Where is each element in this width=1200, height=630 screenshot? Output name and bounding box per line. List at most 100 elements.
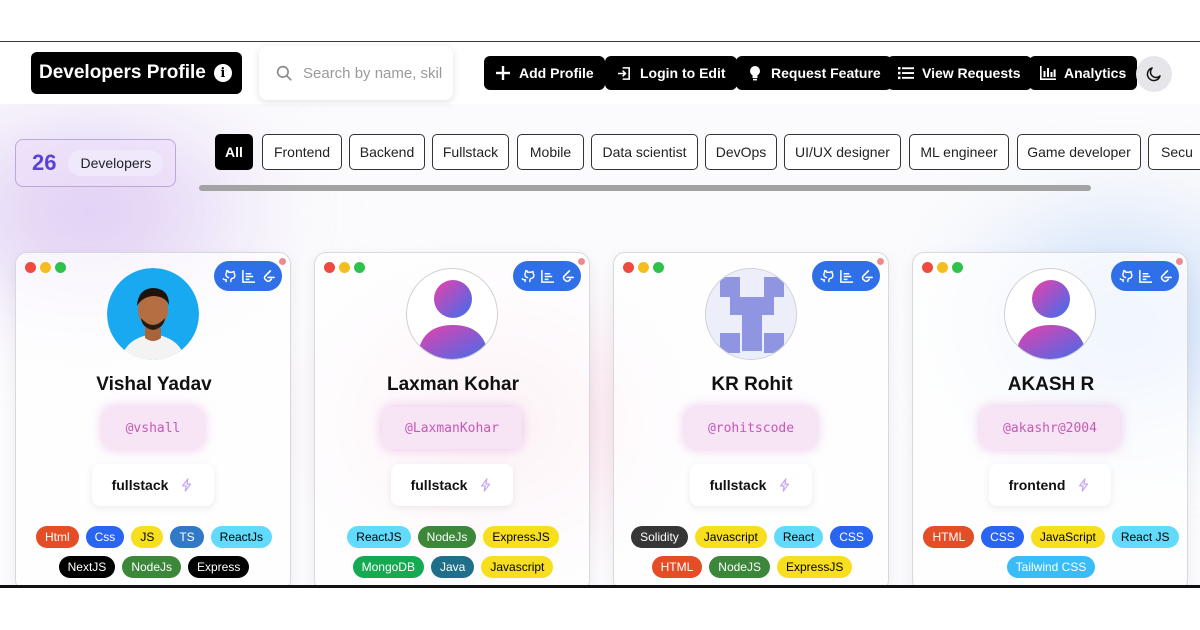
- add-profile-button[interactable]: Add Profile: [484, 56, 605, 90]
- developer-role: fullstack: [690, 464, 812, 506]
- filter-chip-label: Game developer: [1027, 144, 1131, 160]
- lightning-icon: [780, 478, 790, 492]
- skill-tag: CSS: [981, 526, 1024, 548]
- stats-icon[interactable]: [540, 269, 555, 284]
- search-input[interactable]: [303, 64, 443, 82]
- stats-icon[interactable]: [1138, 269, 1153, 284]
- theme-toggle-button[interactable]: [1136, 56, 1172, 92]
- filter-chip-game-developer[interactable]: Game developer: [1017, 134, 1141, 170]
- status-dot: [877, 258, 884, 265]
- developer-name: Laxman Kohar: [387, 374, 519, 395]
- skill-tag: Postgres: [121, 586, 186, 588]
- skill-tag: HTML: [923, 526, 975, 548]
- developer-handle[interactable]: @akashr@2004: [980, 407, 1120, 449]
- role-label: frontend: [1008, 477, 1066, 493]
- filter-chip-label: DevOps: [715, 144, 767, 160]
- filter-chip-label: Frontend: [273, 144, 331, 160]
- developer-handle[interactable]: @vshall: [102, 407, 204, 449]
- filter-chip-mobile[interactable]: Mobile: [517, 134, 584, 170]
- skill-tag: CSS: [830, 526, 873, 548]
- filter-chip-data-scientist[interactable]: Data scientist: [591, 134, 698, 170]
- list-icon: [898, 65, 914, 81]
- leetcode-icon[interactable]: [859, 269, 874, 284]
- filter-chip-label: Backend: [359, 144, 415, 160]
- filter-scrollbar[interactable]: [199, 185, 1091, 191]
- developer-card[interactable]: AKASH R @akashr@2004 frontend HTML CSS Jav…: [912, 252, 1188, 585]
- skill-tag: Java: [430, 556, 475, 578]
- window-dots: [922, 262, 963, 273]
- skill-tag: HTML: [651, 556, 703, 578]
- filter-chip-label: Data scientist: [602, 144, 687, 160]
- skill-tag: ReactJS: [347, 526, 411, 548]
- filter-chip-backend[interactable]: Backend: [349, 134, 425, 170]
- filter-chip-devops[interactable]: DevOps: [705, 134, 777, 170]
- view-requests-button[interactable]: View Requests: [887, 56, 1032, 90]
- info-icon[interactable]: i: [213, 64, 232, 82]
- avatar-default: [406, 268, 498, 360]
- github-icon[interactable]: [520, 269, 535, 284]
- card-actions: [214, 261, 282, 291]
- skill-tag: MongoDB: [352, 556, 424, 578]
- skill-list: Solidity Javascript React CSS HTML NodeJS Expr…: [624, 526, 880, 578]
- filter-chip-ui-ux-designer[interactable]: UI/UX designer: [784, 134, 901, 170]
- github-icon[interactable]: [1118, 269, 1133, 284]
- developer-handle[interactable]: @LaxmanKohar: [382, 407, 522, 449]
- card-actions: [1111, 261, 1179, 291]
- filter-chip-frontend[interactable]: Frontend: [262, 134, 342, 170]
- filter-chip-ml-engineer[interactable]: ML engineer: [909, 134, 1009, 170]
- developer-card[interactable]: KR Rohit @rohitscode fullstack Solidity J…: [613, 252, 889, 585]
- filter-chip-fullstack[interactable]: Fullstack: [432, 134, 509, 170]
- skill-list: Html Css JS TS ReactJs NextJS NodeJs Express Pos…: [26, 526, 282, 588]
- skill-tag: Solidity: [631, 526, 688, 548]
- developer-card[interactable]: Vishal Yadav @vshall fullstack Html Css JS…: [15, 252, 291, 588]
- developer-name: KR Rohit: [711, 374, 793, 395]
- card-actions: [513, 261, 581, 291]
- login-to-edit-button[interactable]: Login to Edit: [605, 56, 737, 90]
- status-dot: [279, 258, 286, 265]
- stats-icon[interactable]: [839, 269, 854, 284]
- developer-name: AKASH R: [1007, 374, 1095, 395]
- filter-chip-label: All: [225, 144, 243, 160]
- analytics-button[interactable]: Analytics: [1029, 56, 1138, 90]
- window-dots: [623, 262, 664, 273]
- skill-tag: NodeJs: [417, 526, 477, 548]
- moon-icon: [1146, 67, 1161, 82]
- stats-icon[interactable]: [241, 269, 256, 284]
- login-icon: [616, 65, 632, 81]
- bar-chart-icon: [1040, 65, 1056, 81]
- request-feature-button[interactable]: Request Feature: [736, 56, 892, 90]
- skill-tag: JS: [131, 526, 164, 548]
- leetcode-icon[interactable]: [1158, 269, 1173, 284]
- role-label: fullstack: [709, 477, 767, 493]
- brand-title-button[interactable]: Developers Profile i: [31, 52, 242, 94]
- search-icon: [276, 65, 292, 81]
- developer-count-badge: 26 Developers: [15, 139, 176, 187]
- skill-tag: Javascript: [694, 526, 767, 548]
- skill-tag: ExpressJS: [483, 526, 559, 548]
- skill-tag: Javascript: [481, 556, 554, 578]
- skill-list: HTML CSS JavaScript React JS Tailwind CSS: [923, 526, 1179, 578]
- card-actions: [812, 261, 880, 291]
- filter-chip-security[interactable]: Secu: [1148, 134, 1200, 170]
- skill-tag: Css: [85, 526, 125, 548]
- github-icon[interactable]: [221, 269, 236, 284]
- filter-chip-all[interactable]: All: [215, 134, 253, 170]
- filter-chip-label: UI/UX designer: [795, 144, 890, 160]
- lightning-icon: [182, 478, 192, 492]
- skill-tag: Express: [188, 556, 250, 578]
- role-label: fullstack: [111, 477, 169, 493]
- developer-handle[interactable]: @rohitscode: [684, 407, 818, 449]
- leetcode-icon[interactable]: [560, 269, 575, 284]
- skill-tag: Html: [35, 526, 79, 548]
- developer-count-label: Developers: [68, 150, 164, 176]
- plus-icon: [495, 65, 511, 81]
- developer-role: frontend: [989, 464, 1111, 506]
- status-dot: [578, 258, 585, 265]
- developer-role: fullstack: [391, 464, 513, 506]
- add-profile-label: Add Profile: [519, 65, 594, 81]
- leetcode-icon[interactable]: [261, 269, 276, 284]
- skill-tag: Tailwind CSS: [1006, 556, 1096, 578]
- skill-tag: ExpressJS: [777, 556, 853, 578]
- github-icon[interactable]: [819, 269, 834, 284]
- developer-card[interactable]: Laxman Kohar @LaxmanKohar fullstack Reac…: [314, 252, 590, 585]
